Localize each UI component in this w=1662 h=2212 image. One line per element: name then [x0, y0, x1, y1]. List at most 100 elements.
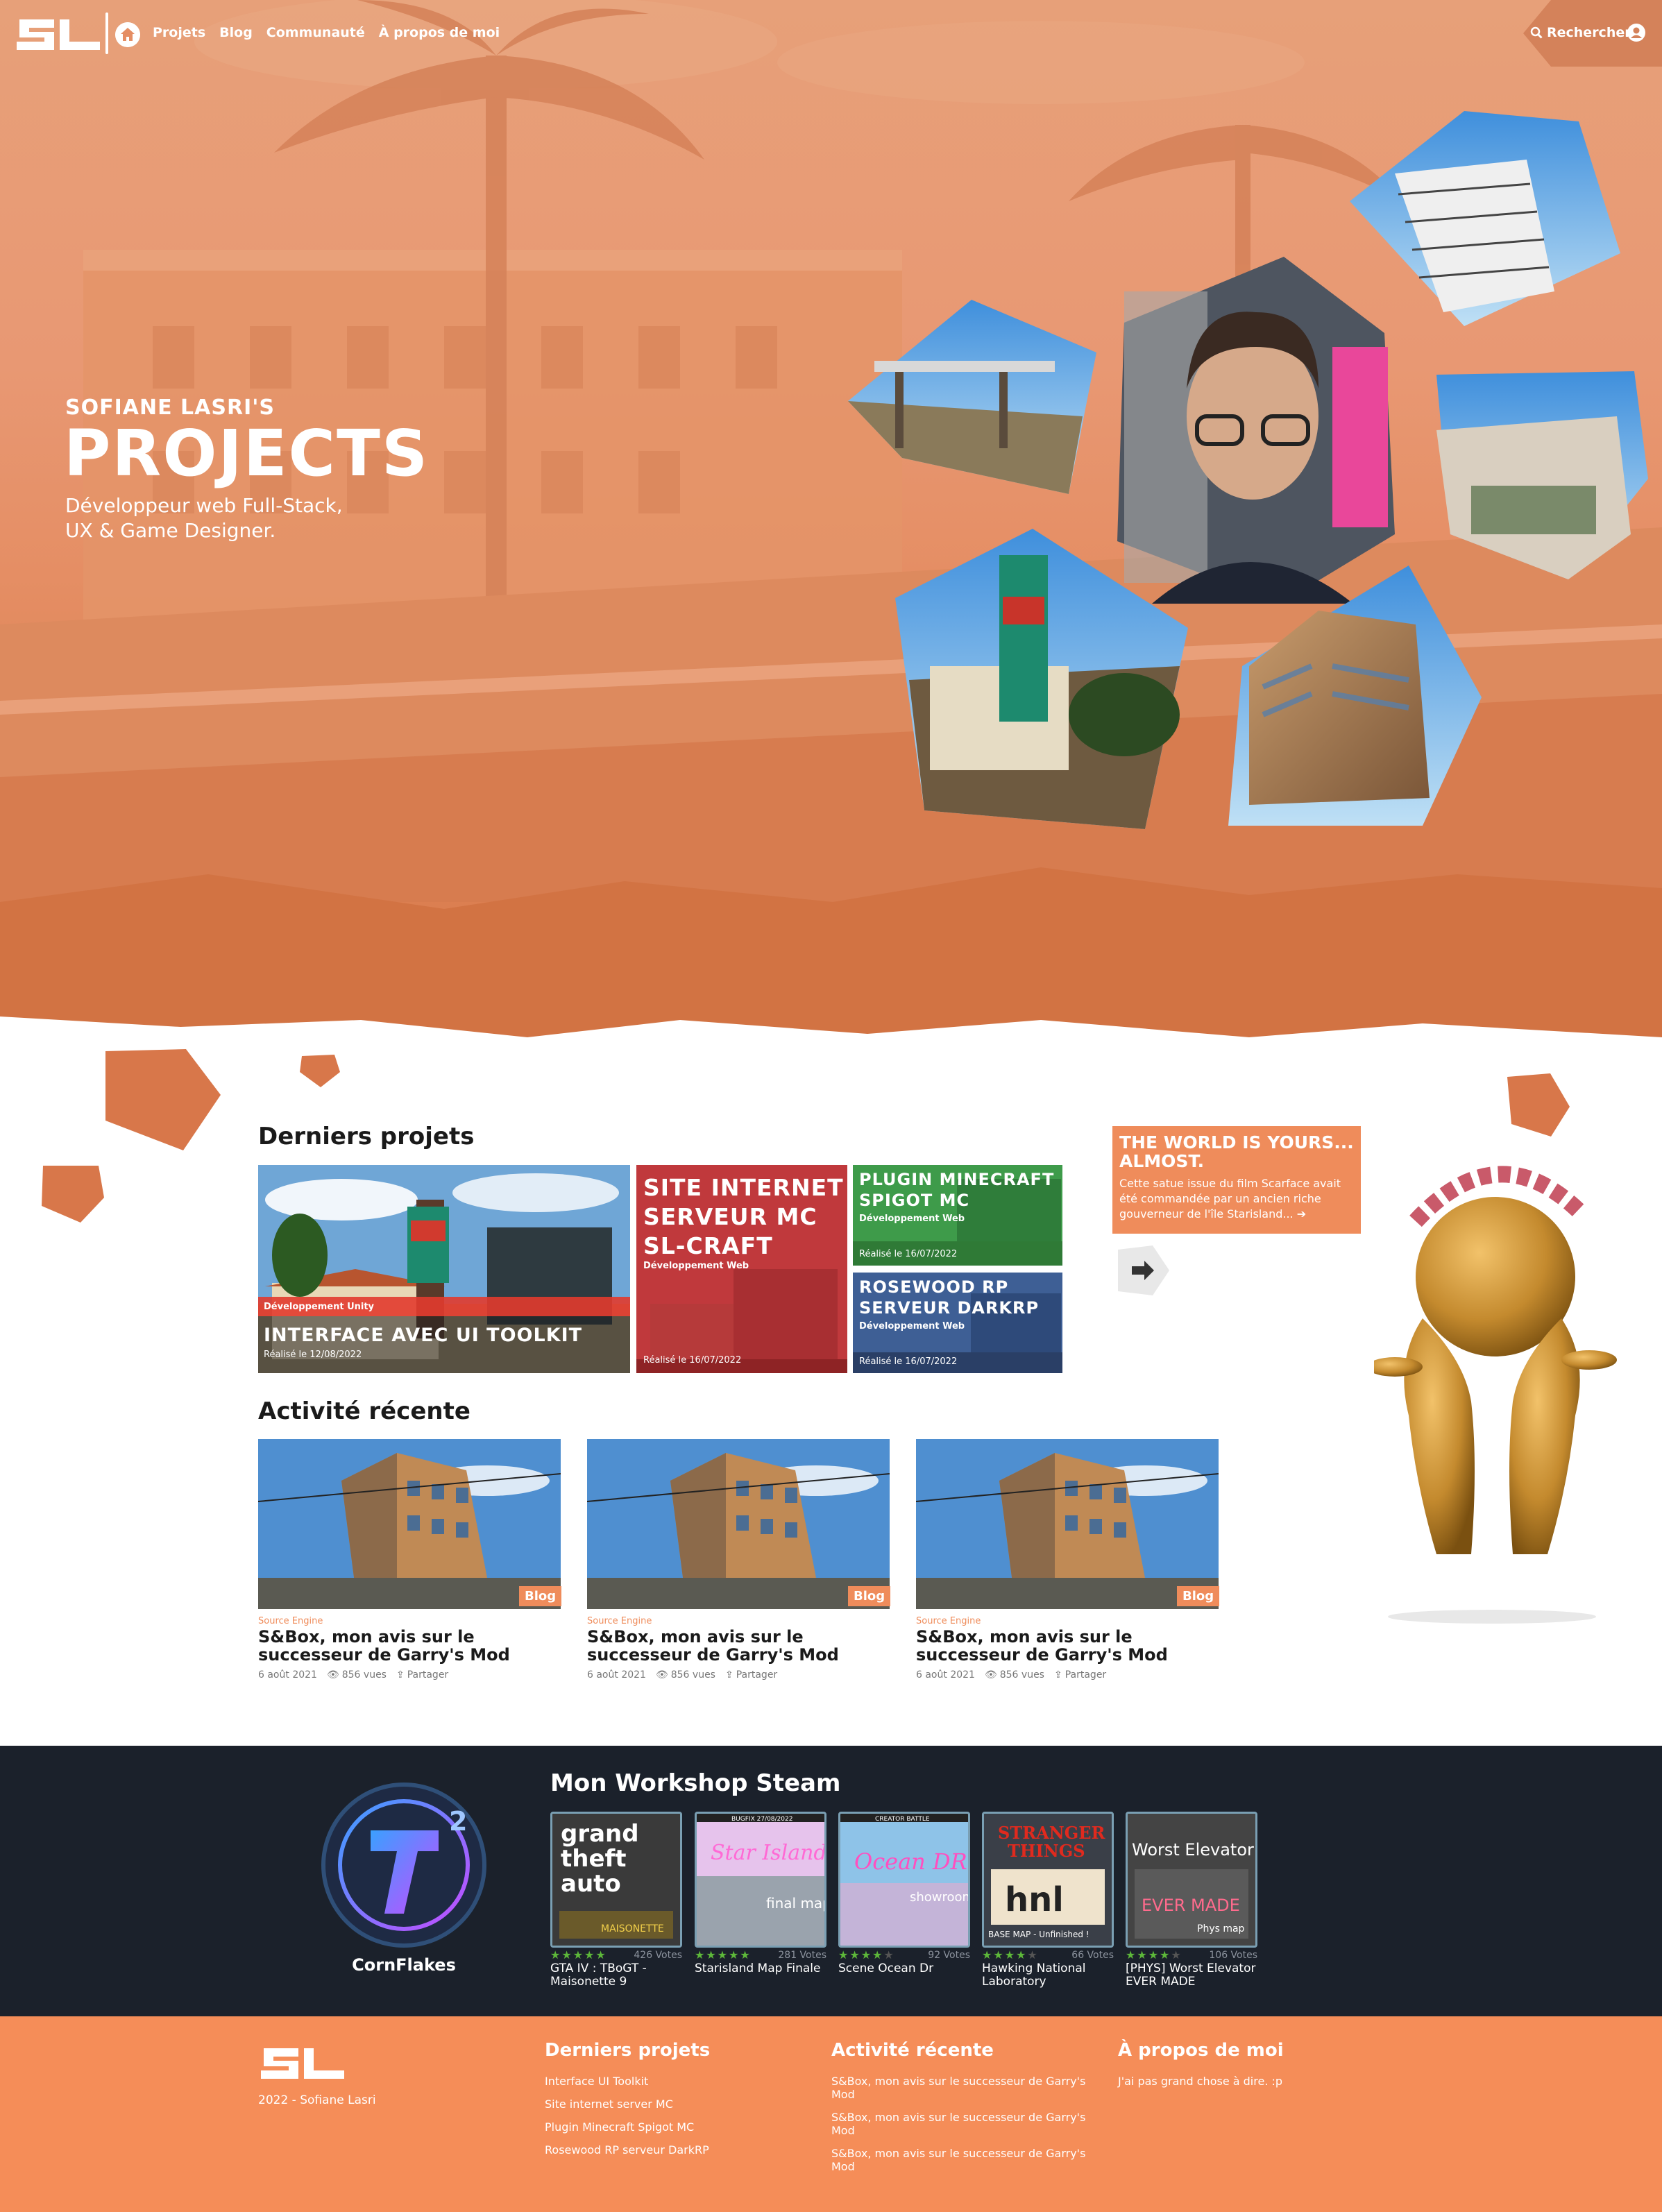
- svg-text:Phys map: Phys map: [1197, 1923, 1245, 1934]
- activity-share[interactable]: Partager: [1065, 1669, 1106, 1681]
- decorative-polygon-left: [42, 1166, 104, 1223]
- workshop-item-title[interactable]: GTA IV : TBoGT - Maisonette 9: [550, 1962, 661, 1989]
- screenshot-office-building: [1350, 111, 1620, 326]
- svg-text:Worst Elevator: Worst Elevator: [1132, 1840, 1254, 1860]
- svg-text:Ocean DR: Ocean DR: [854, 1848, 967, 1875]
- workshop-item-starisland[interactable]: BUGFIX 27/08/2022 Star Island final map: [695, 1812, 826, 1948]
- home-icon[interactable]: [115, 22, 140, 47]
- activity-date: 6 août 2021: [258, 1669, 317, 1681]
- promo-card-scarface[interactable]: THE WORLD IS YOURS... ALMOST. Cette satu…: [1112, 1126, 1361, 1234]
- activity-category: Source Engine: [587, 1616, 652, 1626]
- footer-projects-title: Derniers projets: [545, 2040, 711, 2061]
- share-icon[interactable]: ⇪: [725, 1669, 734, 1681]
- svg-text:showroom: showroom: [910, 1890, 968, 1905]
- workshop-item-ocean-dr[interactable]: CREATOR BATTLE Ocean DR showroom: [838, 1812, 970, 1948]
- activity-date: 6 août 2021: [916, 1669, 975, 1681]
- share-icon[interactable]: ⇪: [1054, 1669, 1062, 1681]
- svg-text:BUGFIX 27/08/2022: BUGFIX 27/08/2022: [731, 1816, 792, 1823]
- workshop-votes: 66 Votes: [1071, 1950, 1114, 1961]
- screenshot-portrait: [1117, 257, 1395, 604]
- hero-section: Projets Blog Communauté À propos de moi …: [0, 0, 1662, 1048]
- steam-avatar-icon[interactable]: 2: [321, 1782, 487, 1948]
- activity-title[interactable]: S&Box, mon avis sur le successeur de Gar…: [916, 1628, 1219, 1664]
- user-account-icon[interactable]: [1627, 24, 1645, 42]
- workshop-rating-stars: ★★★★★: [838, 1948, 895, 1962]
- project-title: ROSEWOOD RP SERVEUR DARKRP: [859, 1277, 1039, 1318]
- activity-meta: 6 août 2021 👁 856 vues ⇪ Partager: [916, 1669, 1106, 1681]
- footer-copyright: 2022 - Sofiane Lasri: [258, 2093, 376, 2107]
- workshop-item-worst-elevator[interactable]: Worst Elevator EVER MADE Phys map: [1126, 1812, 1257, 1948]
- promo-next-button[interactable]: [1112, 1244, 1171, 1297]
- steam-profile-name[interactable]: CornFlakes: [321, 1955, 487, 1975]
- activity-views: 856 vues: [999, 1669, 1044, 1681]
- workshop-thumbnail: grand theft auto MAISONETTE: [552, 1814, 680, 1946]
- sl-logo[interactable]: [14, 15, 103, 54]
- activity-views: 856 vues: [341, 1669, 387, 1681]
- svg-text:THINGS: THINGS: [1008, 1841, 1085, 1861]
- workshop-item-hawking[interactable]: STRANGER THINGS hnl BASE MAP - Unfinishe…: [982, 1812, 1114, 1948]
- share-icon[interactable]: ⇪: [396, 1669, 405, 1681]
- screenshot-gas-station: [848, 300, 1096, 494]
- footer-sl-logo[interactable]: [258, 2044, 347, 2083]
- svg-text:final map: final map: [766, 1895, 824, 1912]
- workshop-votes: 426 Votes: [634, 1950, 682, 1961]
- workshop-item-gta[interactable]: grand theft auto MAISONETTE: [550, 1812, 682, 1948]
- project-title: PLUGIN MINECRAFT SPIGOT MC: [859, 1169, 1054, 1211]
- screenshot-white-building: [1436, 371, 1648, 579]
- search-label: Rechercher: [1547, 25, 1631, 40]
- activity-share[interactable]: Partager: [407, 1669, 448, 1681]
- activity-meta: 6 août 2021 👁 856 vues ⇪ Partager: [258, 1669, 448, 1681]
- activity-category: Source Engine: [916, 1616, 981, 1626]
- workshop-rating-stars: ★★★★★: [695, 1948, 752, 1962]
- svg-text:theft: theft: [561, 1845, 627, 1873]
- activity-meta: 6 août 2021 👁 856 vues ⇪ Partager: [587, 1669, 777, 1681]
- nav-blog[interactable]: Blog: [219, 25, 253, 40]
- activity-thumbnail: [916, 1439, 1219, 1609]
- activity-title[interactable]: S&Box, mon avis sur le successeur de Gar…: [587, 1628, 890, 1664]
- blog-badge: Blog: [848, 1586, 891, 1606]
- eye-icon: 👁: [984, 1669, 997, 1681]
- svg-text:MAISONETTE: MAISONETTE: [601, 1923, 664, 1934]
- workshop-item-title[interactable]: Scene Ocean Dr: [838, 1962, 977, 1975]
- nav-about[interactable]: À propos de moi: [379, 25, 500, 40]
- project-category: Développement Web: [859, 1214, 965, 1224]
- footer-about-title: À propos de moi: [1118, 2040, 1284, 2061]
- svg-text:2: 2: [449, 1806, 467, 1837]
- nav-communaute[interactable]: Communauté: [266, 25, 365, 40]
- main-nav: Projets Blog Communauté À propos de moi: [153, 25, 500, 40]
- project-card-ui-toolkit[interactable]: Développement Unity INTERFACE AVEC UI TO…: [258, 1165, 630, 1373]
- nav-projets[interactable]: Projets: [153, 25, 205, 40]
- workshop-thumbnail: STRANGER THINGS hnl BASE MAP - Unfinishe…: [984, 1814, 1112, 1946]
- footer-project-link[interactable]: Site internet server MC: [545, 2098, 808, 2111]
- project-title-line3: SL-CRAFT: [643, 1232, 773, 1259]
- project-card-sl-craft[interactable]: SITE INTERNET SERVEUR MC SL-CRAFT Dévelo…: [636, 1165, 847, 1373]
- activity-share[interactable]: Partager: [736, 1669, 777, 1681]
- scarface-statue-image: [1374, 1166, 1617, 1624]
- blog-badge: Blog: [519, 1586, 562, 1606]
- project-title-line1: ROSEWOOD RP: [859, 1277, 1009, 1297]
- project-card-rosewood-rp[interactable]: ROSEWOOD RP SERVEUR DARKRP Développement…: [853, 1273, 1062, 1373]
- workshop-item-title[interactable]: [PHYS] Worst Elevator EVER MADE: [1126, 1962, 1257, 1989]
- promo-title: THE WORLD IS YOURS... ALMOST.: [1119, 1132, 1354, 1171]
- footer-project-link[interactable]: Interface UI Toolkit: [545, 2075, 808, 2088]
- footer-about-text: J'ai pas grand chose à dire. :p: [1118, 2075, 1283, 2088]
- project-title-line2: SERVEUR DARKRP: [859, 1298, 1040, 1318]
- footer-activity-link[interactable]: S&Box, mon avis sur le successeur de Gar…: [831, 2075, 1095, 2101]
- footer-project-link[interactable]: Rosewood RP serveur DarkRP: [545, 2143, 808, 2156]
- svg-text:CREATOR BATTLE: CREATOR BATTLE: [875, 1816, 930, 1823]
- hero-subtitle-line2: UX & Game Designer.: [65, 519, 276, 542]
- search-button[interactable]: Rechercher: [1530, 25, 1631, 40]
- svg-text:grand: grand: [561, 1820, 639, 1848]
- workshop-item-title[interactable]: Hawking National Laboratory: [982, 1962, 1100, 1989]
- top-navigation-bar: Projets Blog Communauté À propos de moi …: [0, 0, 1662, 67]
- footer-activity-link[interactable]: S&Box, mon avis sur le successeur de Gar…: [831, 2111, 1095, 2137]
- footer-activity-link[interactable]: S&Box, mon avis sur le successeur de Gar…: [831, 2147, 1095, 2173]
- activity-title[interactable]: S&Box, mon avis sur le successeur de Gar…: [258, 1628, 561, 1664]
- workshop-votes: 92 Votes: [928, 1950, 970, 1961]
- svg-text:Star Island: Star Island: [711, 1841, 824, 1865]
- project-title-line2: SPIGOT MC: [859, 1191, 970, 1210]
- footer-project-link[interactable]: Plugin Minecraft Spigot MC: [545, 2120, 808, 2134]
- promo-text: Cette satue issue du film Scarface avait…: [1119, 1177, 1341, 1220]
- workshop-item-title[interactable]: Starisland Map Finale: [695, 1962, 833, 1975]
- project-card-plugin-minecraft[interactable]: PLUGIN MINECRAFT SPIGOT MC Développement…: [853, 1165, 1062, 1266]
